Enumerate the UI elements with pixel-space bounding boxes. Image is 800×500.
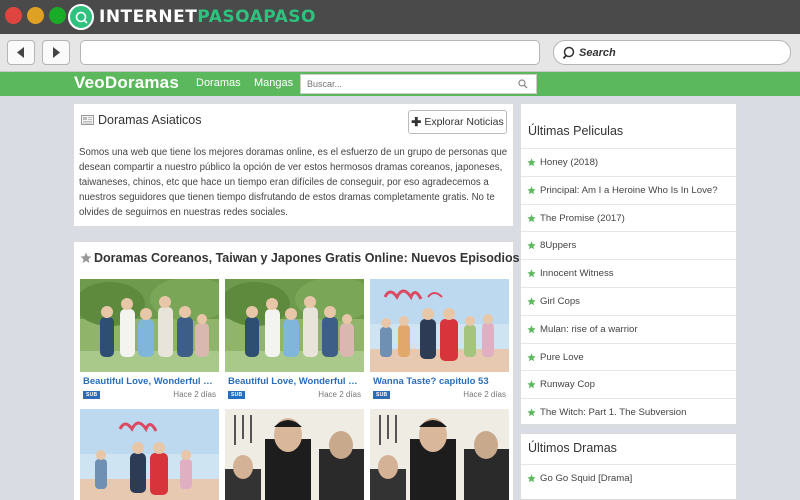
episode-time: Hace 2 días [463, 390, 506, 399]
drama-item[interactable]: Go Go Squid [Drama] [521, 464, 736, 492]
sub-badge: SUB [83, 390, 101, 399]
star-icon [527, 241, 536, 250]
episode-time: Hace 2 días [318, 390, 361, 399]
episode-meta: SUB Hace 2 días [80, 390, 219, 399]
episode-thumbnail[interactable] [370, 409, 509, 500]
search-icon[interactable] [518, 79, 528, 89]
latest-movies-panel: Últimas Peliculas Honey (2018) Principal:… [520, 103, 737, 425]
brand-text: INTERNETPASOAPASO [99, 7, 316, 27]
star-icon [527, 213, 536, 222]
arrow-left-icon [17, 47, 24, 58]
movie-item-label: Girl Cops [540, 296, 580, 307]
star-icon [527, 158, 536, 167]
drama-item-label: Go Go Squid [Drama] [540, 473, 633, 484]
intro-title: Doramas Asiaticos [98, 113, 202, 127]
browser-search-placeholder: Search [579, 46, 616, 59]
episode-thumbnail[interactable] [225, 409, 364, 500]
star-icon [527, 474, 536, 483]
intro-description: Somos una web que tiene los mejores dora… [79, 147, 508, 218]
movie-item[interactable]: Principal: Am I a Heroine Who Is In Love… [521, 175, 736, 204]
episodes-header: Doramas Coreanos, Taiwan y Japones Grati… [80, 251, 520, 265]
episode-card[interactable] [370, 409, 509, 500]
movie-item[interactable]: Pure Love [521, 342, 736, 371]
episode-card[interactable] [80, 409, 219, 500]
episode-card[interactable] [225, 409, 364, 500]
brand-primary: INTERNET [99, 7, 198, 27]
nav-link-mangas[interactable]: Mangas [254, 77, 293, 89]
star-icon [80, 252, 92, 263]
window-close-button[interactable] [5, 7, 22, 24]
movie-item-label: Principal: Am I a Heroine Who Is In Love… [540, 184, 718, 196]
movie-item-label: Mulan: rise of a warrior [540, 323, 638, 335]
episode-meta: SUB Hace 2 días [225, 390, 364, 399]
window-minimize-button[interactable] [27, 7, 44, 24]
movie-item[interactable]: Girl Cops [521, 287, 736, 315]
newspaper-icon [81, 115, 94, 125]
browser-toolbar: Search [0, 34, 800, 72]
episode-thumbnail[interactable] [80, 409, 219, 500]
nav-link-doramas[interactable]: Doramas [196, 77, 241, 89]
episodes-title: Doramas Coreanos, Taiwan y Japones Grati… [94, 251, 520, 265]
movie-item-label: Pure Love [540, 351, 584, 363]
brand-logo-icon [68, 4, 94, 30]
movie-item[interactable]: Mulan: rise of a warrior [521, 314, 736, 343]
movie-item-label: Honey (2018) [540, 157, 599, 168]
star-icon [527, 380, 536, 389]
movie-item[interactable]: The Promise (2017) [521, 203, 736, 232]
browser-titlebar: INTERNETPASOAPASO [0, 0, 800, 34]
intro-panel: Doramas Asiaticos ✚ Explorar Noticias Som… [73, 103, 514, 227]
episode-title[interactable]: Wanna Taste? capitulo 53 [373, 376, 505, 387]
plus-icon: ✚ [411, 115, 422, 129]
brand-accent: PASOAPASO [197, 7, 316, 27]
movie-item[interactable]: Runway Cop [521, 370, 736, 398]
site-navbar: VeoDoramas Doramas Mangas [0, 72, 800, 96]
search-icon [562, 46, 575, 59]
episode-title[interactable]: Beautiful Love, Wonderful Life ... [228, 376, 360, 387]
episode-meta: SUB Hace 2 días [370, 390, 509, 399]
latest-dramas-title: Últimos Dramas [528, 441, 617, 455]
site-search-box [300, 74, 537, 94]
episode-thumbnail[interactable] [80, 279, 219, 372]
browser-search-input[interactable]: Search [553, 40, 791, 65]
movie-item-label: The Witch: Part 1. The Subversion [540, 407, 687, 419]
arrow-right-icon [53, 47, 60, 58]
star-icon [527, 297, 536, 306]
movie-item-label: The Promise (2017) [540, 212, 625, 224]
episode-card[interactable]: Beautiful Love, Wonderful Life ... SUB H… [225, 279, 364, 399]
site-logo[interactable]: VeoDoramas [74, 73, 179, 93]
brand-watermark: INTERNETPASOAPASO [68, 4, 316, 30]
latest-dramas-panel: Últimos Dramas Go Go Squid [Drama] [520, 433, 737, 500]
episodes-panel: Doramas Coreanos, Taiwan y Japones Grati… [73, 241, 520, 500]
intro-header: Doramas Asiaticos [81, 113, 202, 127]
forward-button[interactable] [42, 40, 70, 65]
episode-title[interactable]: Beautiful Love, Wonderful Life ... [83, 376, 215, 387]
movie-item-label: Runway Cop [540, 379, 595, 391]
star-icon [527, 325, 536, 334]
star-icon [527, 408, 536, 417]
latest-movies-title: Últimas Peliculas [528, 124, 624, 138]
movie-item[interactable]: Innocent Witness [521, 259, 736, 287]
episode-card[interactable]: Wanna Taste? capitulo 53 SUB Hace 2 días [370, 279, 509, 399]
address-bar[interactable] [80, 40, 540, 65]
star-icon [527, 352, 536, 361]
episode-thumbnail[interactable] [370, 279, 509, 372]
movie-item-label: Innocent Witness [540, 268, 614, 280]
sub-badge: SUB [228, 390, 246, 399]
episode-thumbnail[interactable] [225, 279, 364, 372]
back-button[interactable] [7, 40, 35, 65]
episode-card[interactable]: Beautiful Love, Wonderful Life ... SUB H… [80, 279, 219, 399]
window-maximize-button[interactable] [49, 7, 66, 24]
sub-badge: SUB [373, 390, 391, 399]
explore-news-label: Explorar Noticias [424, 116, 504, 128]
star-icon [527, 186, 536, 195]
explore-news-button[interactable]: ✚ Explorar Noticias [408, 110, 507, 134]
movie-item[interactable]: Honey (2018) [521, 148, 736, 176]
movie-item-label: 8Uppers [540, 240, 577, 252]
movie-item[interactable]: The Witch: Part 1. The Subversion [521, 398, 736, 426]
star-icon [527, 269, 536, 278]
episode-time: Hace 2 días [173, 390, 216, 399]
movie-item[interactable]: 8Uppers [521, 231, 736, 259]
site-search-input[interactable] [307, 79, 512, 89]
